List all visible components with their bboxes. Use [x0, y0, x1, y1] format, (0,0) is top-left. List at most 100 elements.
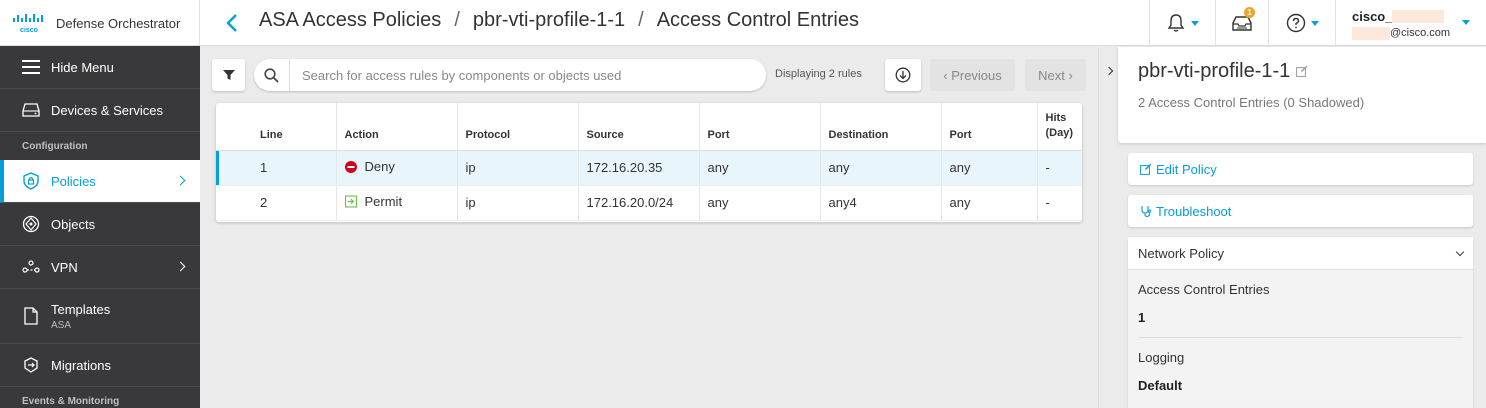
- column-header[interactable]: Action: [336, 103, 458, 151]
- column-header[interactable]: Port: [699, 103, 821, 151]
- ace-field: Access Control Entries 1: [1128, 270, 1473, 338]
- jobs-button[interactable]: 1: [1215, 0, 1268, 46]
- user-menu[interactable]: cisco_ @cisco.com: [1335, 0, 1486, 46]
- stethoscope-icon: [1140, 205, 1152, 217]
- chevron-right-icon: [175, 261, 186, 272]
- ace-label: Access Control Entries: [1138, 282, 1270, 297]
- column-header[interactable]: Source: [578, 103, 700, 151]
- svg-text:cisco: cisco: [20, 27, 38, 34]
- previous-page-button[interactable]: ‹ Previous: [930, 59, 1015, 91]
- cell-action: Deny: [336, 150, 458, 186]
- document-icon: [22, 307, 40, 325]
- download-button[interactable]: [885, 59, 921, 91]
- column-header[interactable]: Line: [216, 103, 337, 151]
- cell-destination-port: any: [941, 185, 1038, 221]
- permit-icon: [344, 195, 357, 208]
- top-header: cisco Defense Orchestrator ASA Access Po…: [0, 0, 1486, 46]
- edit-icon: [1140, 163, 1152, 175]
- next-page-button[interactable]: Next ›: [1025, 59, 1086, 91]
- policy-details-header: pbr-vti-profile-1-1 2 Access Control Ent…: [1118, 47, 1486, 143]
- search-icon: [254, 59, 290, 91]
- objects-icon: [22, 215, 40, 233]
- chevron-left-icon: ‹: [943, 67, 952, 83]
- ace-value: 1: [1138, 297, 1463, 338]
- breadcrumb-policy-name[interactable]: pbr-vti-profile-1-1: [473, 9, 625, 32]
- device-icon: [22, 101, 40, 119]
- filter-button[interactable]: [212, 59, 245, 91]
- bell-icon: [1167, 14, 1185, 32]
- previous-label: Previous: [951, 67, 1002, 83]
- sidebar-item-label: Templates: [51, 301, 111, 317]
- edit-policy-label: Edit Policy: [1156, 161, 1217, 177]
- sidebar-item-migrations[interactable]: Migrations: [0, 344, 200, 387]
- sidebar-item-sublabel: ASA: [51, 319, 72, 331]
- sidebar-item-label: Migrations: [51, 357, 111, 373]
- breadcrumb-separator: /: [638, 9, 644, 31]
- breadcrumb-separator: /: [454, 9, 460, 31]
- cell-line: 1: [216, 150, 337, 186]
- search-input[interactable]: [290, 67, 750, 83]
- sidebar-item-policies[interactable]: Policies: [0, 160, 200, 203]
- sidebar-item-label: Policies: [51, 173, 96, 189]
- user-email: @cisco.com: [1352, 26, 1450, 40]
- policy-title-text: pbr-vti-profile-1-1: [1138, 60, 1291, 82]
- chevron-down-icon: [1455, 247, 1465, 257]
- cell-source: 172.16.20.0/24: [578, 185, 700, 221]
- search-bar: [254, 59, 766, 91]
- cell-destination: any4: [820, 185, 942, 221]
- cell-protocol: ip: [457, 185, 579, 221]
- cell-protocol: ip: [457, 150, 579, 186]
- sidebar: Hide Menu Devices & Services Configurati…: [0, 46, 200, 408]
- brand[interactable]: cisco Defense Orchestrator: [0, 0, 200, 46]
- edit-policy-card[interactable]: Edit Policy: [1128, 153, 1473, 185]
- redacted-block: [1392, 9, 1445, 23]
- network-policy-header[interactable]: Network Policy: [1128, 237, 1473, 270]
- table-row[interactable]: 2 Permit ip 172.16.20.0/24 any any4 any …: [216, 185, 1082, 221]
- rules-table: Line Action Protocol Source Port Destina…: [216, 103, 1082, 221]
- edit-policy-link[interactable]: Edit Policy: [1128, 153, 1473, 185]
- column-header[interactable]: Protocol: [457, 103, 579, 151]
- app-name: Defense Orchestrator: [56, 15, 181, 31]
- filter-icon: [222, 70, 235, 80]
- caret-down-icon: [1310, 20, 1319, 26]
- column-header[interactable]: Hits (Day): [1037, 103, 1082, 151]
- action-label: Permit: [364, 194, 403, 209]
- column-header[interactable]: Port: [941, 103, 1038, 151]
- sidebar-item-objects[interactable]: Objects: [0, 203, 200, 246]
- breadcrumb-current: Access Control Entries: [656, 9, 859, 31]
- chevron-right-icon: ›: [1064, 67, 1073, 83]
- sidebar-item-templates[interactable]: Templates ASA: [0, 289, 200, 344]
- help-button[interactable]: [1268, 0, 1335, 46]
- logging-value: Default: [1138, 378, 1183, 393]
- troubleshoot-label: Troubleshoot: [1156, 203, 1232, 219]
- migration-icon: [22, 356, 40, 374]
- sidebar-item-devices[interactable]: Devices & Services: [0, 89, 200, 132]
- cisco-logo: cisco: [13, 14, 43, 34]
- troubleshoot-link[interactable]: Troubleshoot: [1128, 195, 1473, 227]
- table-header-row: Line Action Protocol Source Port Destina…: [216, 103, 1082, 151]
- breadcrumb-asa-policies[interactable]: ASA Access Policies: [259, 9, 441, 32]
- templates-label-group: Templates ASA: [51, 302, 110, 331]
- breadcrumb: ASA Access Policies / pbr-vti-profile-1-…: [259, 9, 859, 32]
- back-button[interactable]: [222, 10, 242, 36]
- column-header[interactable]: Destination: [820, 103, 942, 151]
- troubleshoot-card[interactable]: Troubleshoot: [1128, 195, 1473, 227]
- sidebar-item-hide-menu[interactable]: Hide Menu: [0, 46, 200, 89]
- sidebar-item-label: Devices & Services: [51, 102, 163, 118]
- cell-source-port: any: [699, 150, 821, 186]
- action-label: Deny: [364, 159, 395, 175]
- chevron-left-icon: [226, 14, 237, 32]
- chevron-right-icon: [1104, 66, 1113, 76]
- cell-destination-port: any: [941, 150, 1038, 186]
- vpn-icon: [22, 258, 40, 276]
- table-row[interactable]: 1 Deny ip 172.16.20.35 any any any -: [216, 150, 1082, 186]
- cell-line: 2: [216, 185, 337, 221]
- edit-icon[interactable]: [1296, 60, 1308, 83]
- sidebar-item-vpn[interactable]: VPN: [0, 246, 200, 289]
- network-policy-title: Network Policy: [1138, 245, 1224, 261]
- caret-down-icon: [1462, 20, 1470, 25]
- collapse-panel-button[interactable]: [1098, 47, 1118, 408]
- next-label: Next: [1038, 67, 1065, 83]
- notifications-button[interactable]: [1149, 0, 1215, 46]
- caret-down-icon: [1191, 20, 1199, 26]
